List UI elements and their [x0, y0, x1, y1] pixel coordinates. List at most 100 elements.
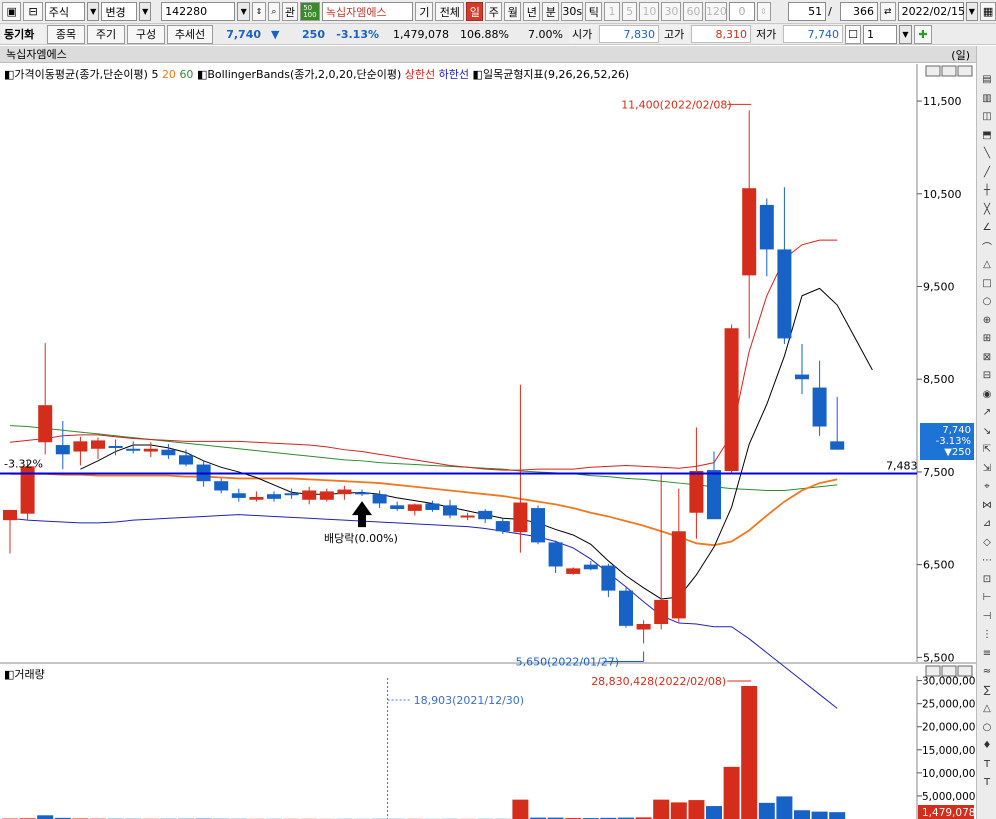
wave-icon[interactable]: ≈: [979, 664, 995, 679]
chevron-down-icon[interactable]: ▼: [899, 24, 912, 44]
minus-box-icon[interactable]: ⊟: [979, 368, 995, 383]
diamond-icon[interactable]: ♦: [979, 738, 995, 753]
triangle-icon[interactable]: △: [979, 257, 995, 272]
checkbox-icon[interactable]: ☐: [845, 24, 861, 44]
period-tick[interactable]: 틱: [585, 2, 603, 21]
period-button[interactable]: 주기: [87, 24, 125, 44]
box-icon[interactable]: ⊠: [979, 350, 995, 365]
period-30s[interactable]: 30s: [561, 2, 584, 21]
price-pane-bg: [0, 64, 976, 662]
price-tick-label: 10,500: [923, 188, 962, 201]
arrow-up-icon[interactable]: ↗: [979, 405, 995, 420]
volume-value: 1,479,078: [393, 27, 449, 41]
circle-icon[interactable]: ○: [979, 294, 995, 309]
period-week[interactable]: 주: [485, 2, 503, 21]
tick-custom-input[interactable]: 0: [729, 2, 755, 21]
volume-bar: [758, 802, 775, 819]
diamond-icon[interactable]: ◇: [979, 535, 995, 550]
fib-down-icon[interactable]: ⇲: [979, 461, 995, 476]
measure-icon[interactable]: ⌖: [979, 479, 995, 494]
frame-icon[interactable]: ⊡: [979, 572, 995, 587]
angle-icon[interactable]: ∠: [979, 220, 995, 235]
volume-bar: [811, 811, 828, 819]
pattern-icon[interactable]: ⋈: [979, 498, 995, 513]
arc-icon[interactable]: ⌒: [979, 239, 995, 254]
cross-icon[interactable]: ╳: [979, 202, 995, 217]
rectangle-icon[interactable]: □: [979, 276, 995, 291]
candle-body: [689, 471, 704, 513]
tick-10[interactable]: 10: [639, 2, 660, 21]
circle-icon[interactable]: ○: [979, 720, 995, 735]
select-icon[interactable]: ▥: [979, 91, 995, 106]
chevron-down-icon[interactable]: ▼: [237, 2, 250, 21]
stepper-icon[interactable]: ⇕: [251, 2, 266, 21]
high-annotation: 11,400(2022/02/08): [621, 98, 731, 111]
trendline-button[interactable]: 추세선: [167, 24, 213, 44]
tick-1[interactable]: 1: [604, 2, 620, 21]
tick-left-icon[interactable]: ⊢: [979, 590, 995, 605]
triangle-icon[interactable]: △: [979, 701, 995, 716]
compose-button[interactable]: 구성: [127, 24, 165, 44]
window-icon[interactable]: ▣: [2, 2, 22, 21]
dots-icon[interactable]: ⋯: [979, 553, 995, 568]
stepper-icon[interactable]: ⇕: [756, 2, 771, 21]
candle-body: [143, 448, 158, 452]
price-chart[interactable]: 11,500 10,500 9,500 8,500 7,500 6,500 5,500 -3.…: [0, 64, 976, 819]
period-month[interactable]: 월: [504, 2, 522, 21]
change-select[interactable]: 변경: [101, 2, 137, 21]
tick-120[interactable]: 120: [705, 2, 728, 21]
stock-code-input[interactable]: 142280: [161, 2, 236, 21]
cursor-icon[interactable]: ▤: [979, 72, 995, 87]
candle-body: [91, 440, 105, 449]
tab-gi[interactable]: 기: [415, 2, 434, 21]
chevron-down-icon[interactable]: ▼: [965, 2, 979, 21]
text-icon[interactable]: T: [979, 757, 995, 772]
change-percent: -3.13%: [336, 27, 379, 41]
fib-up-icon[interactable]: ⇱: [979, 442, 995, 457]
vdots-icon[interactable]: ⋮: [979, 627, 995, 642]
period-year[interactable]: 년: [523, 2, 541, 21]
stock-name-field[interactable]: 녹십자엠에스: [321, 2, 414, 21]
display-count-input[interactable]: 51: [787, 2, 827, 21]
chevron-down-icon[interactable]: ▼: [87, 2, 100, 21]
candle-body: [759, 204, 774, 250]
tick-5[interactable]: 5: [621, 2, 638, 21]
refresh-icon[interactable]: ⇄: [880, 2, 896, 21]
sync-label[interactable]: 동기화: [1, 25, 45, 43]
period-minute[interactable]: 분: [542, 2, 560, 21]
tick-right-icon[interactable]: ⊣: [979, 609, 995, 624]
tag-pct: -3.13%: [935, 436, 971, 447]
add-icon[interactable]: ✚: [914, 24, 932, 44]
bb-label: BollingerBands(종가,2,0,20,단순이평): [207, 68, 402, 81]
pointer-icon[interactable]: ◫: [979, 109, 995, 124]
tag-price: 7,740: [942, 425, 971, 436]
save-icon[interactable]: ⊟: [23, 2, 43, 21]
sum-icon[interactable]: ∑: [979, 683, 995, 698]
grid-icon[interactable]: ⊞: [979, 331, 995, 346]
volume-label: 거래량: [14, 668, 45, 681]
arrow-down-icon[interactable]: ↘: [979, 424, 995, 439]
chevron-down-icon[interactable]: ▼: [138, 2, 152, 21]
wedge-icon[interactable]: ⊿: [979, 516, 995, 531]
ray-icon[interactable]: ╱: [979, 165, 995, 180]
badge-icon[interactable]: 50 100: [299, 2, 320, 21]
crosshair-icon[interactable]: ┼: [979, 183, 995, 198]
date-field[interactable]: 2022/02/15: [897, 2, 965, 21]
line-icon[interactable]: ╲: [979, 146, 995, 161]
calendar-icon[interactable]: ▦: [980, 2, 996, 21]
period-day[interactable]: 일: [466, 2, 484, 21]
panel-number-select[interactable]: 1: [863, 24, 897, 44]
tab-all[interactable]: 전체: [435, 2, 465, 21]
tick-30[interactable]: 30: [661, 2, 682, 21]
market-select[interactable]: 주식: [44, 2, 85, 21]
eraser-icon[interactable]: ⬒: [979, 128, 995, 143]
search-small-button[interactable]: 관: [281, 2, 298, 21]
item-button[interactable]: 종목: [47, 24, 85, 44]
text-icon[interactable]: T: [979, 775, 995, 790]
menu-icon[interactable]: ≡: [979, 646, 995, 661]
dot-icon[interactable]: ◉: [979, 387, 995, 402]
candle-body: [619, 590, 633, 626]
search-icon[interactable]: ⌕: [267, 2, 280, 21]
target-icon[interactable]: ⊕: [979, 313, 995, 328]
tick-60[interactable]: 60: [683, 2, 704, 21]
